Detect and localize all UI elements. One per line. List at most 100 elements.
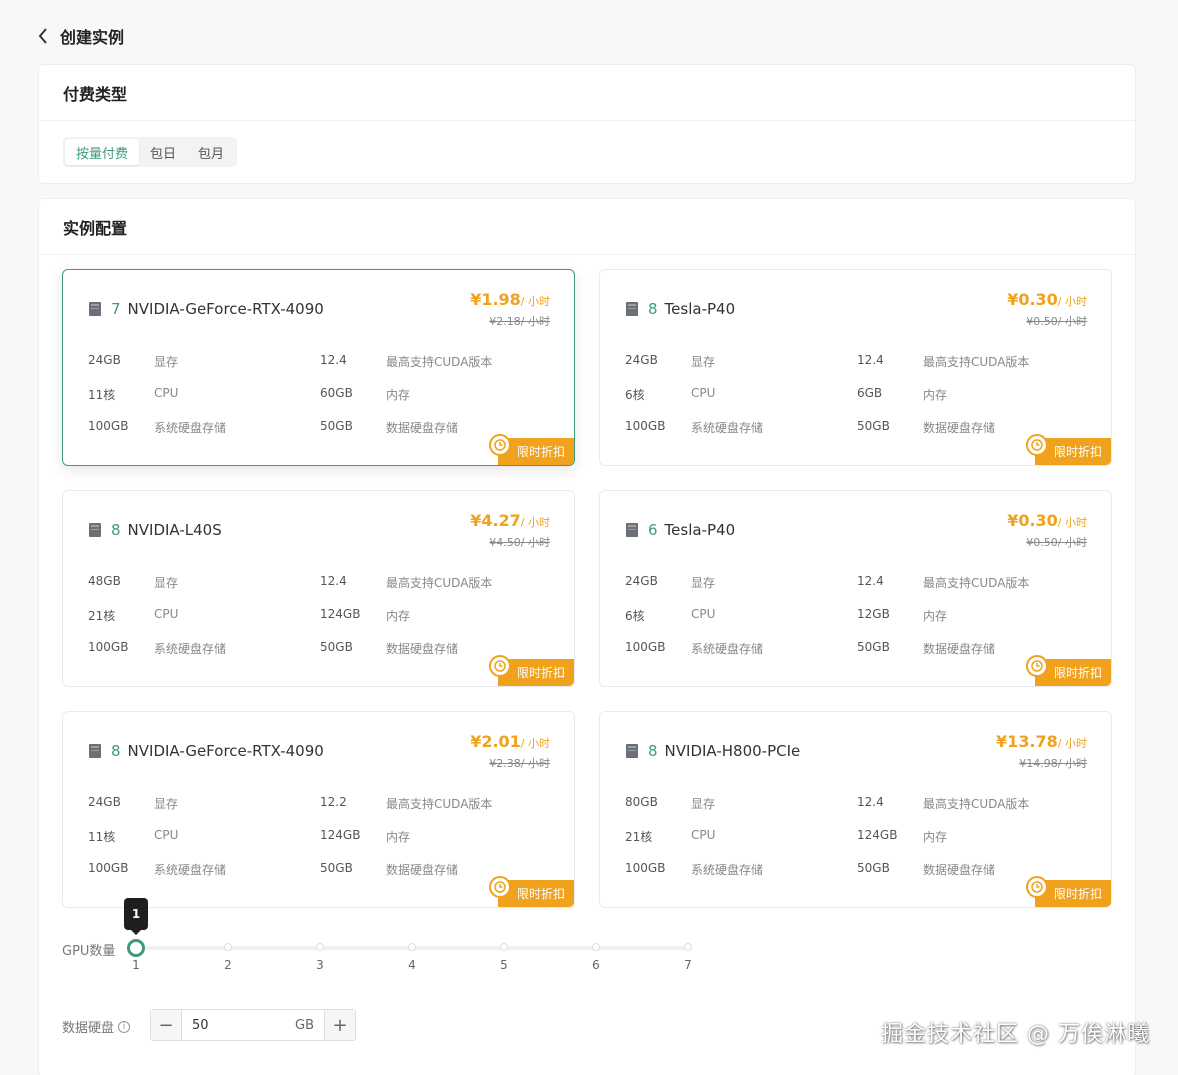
memory-value: 124GB <box>320 828 361 842</box>
price-box: ¥0.30/ 小时 ¥0.50/ 小时 <box>1007 511 1087 550</box>
instance-header: 8 Tesla-P40 <box>625 298 735 320</box>
original-price: ¥4.50/ 小时 <box>489 536 550 549</box>
instance-card[interactable]: 8 Tesla-P40 ¥0.30/ 小时 ¥0.50/ 小时 24GB 显存 … <box>599 269 1112 466</box>
original-price: ¥14.98/ 小时 <box>1019 757 1087 770</box>
slider-tick[interactable] <box>684 943 692 951</box>
data-disk-spec-label: 数据硬盘存储 <box>386 642 459 656</box>
instance-header: 8 NVIDIA-GeForce-RTX-4090 <box>88 740 324 762</box>
promo-badge: 限时折扣 <box>1026 434 1111 465</box>
instance-header: 8 NVIDIA-L40S <box>88 519 222 541</box>
data-disk-input[interactable]: 50 GB <box>182 1010 324 1040</box>
price-box: ¥2.01/ 小时 ¥2.38/ 小时 <box>470 732 550 771</box>
increase-button[interactable]: + <box>324 1010 355 1040</box>
instance-card[interactable]: 6 Tesla-P40 ¥0.30/ 小时 ¥0.50/ 小时 24GB 显存 … <box>599 490 1112 687</box>
slider-tick-label: 1 <box>132 958 140 972</box>
system-disk-value: 100GB <box>88 640 129 654</box>
original-price: ¥2.38/ 小时 <box>489 757 550 770</box>
slider-tick[interactable] <box>316 943 324 951</box>
cuda-label: 最高支持CUDA版本 <box>923 355 1030 369</box>
decrease-button[interactable]: − <box>151 1010 182 1040</box>
memory-label: 内存 <box>386 388 411 402</box>
price-box: ¥13.78/ 小时 ¥14.98/ 小时 <box>996 732 1087 771</box>
promo-label: 限时折扣 <box>1053 887 1102 901</box>
instance-card[interactable]: 8 NVIDIA-H800-PCIe ¥13.78/ 小时 ¥14.98/ 小时… <box>599 711 1112 908</box>
vram-value: 24GB <box>88 353 121 367</box>
cpu-value: 21核 <box>88 609 116 623</box>
instance-config-title: 实例配置 <box>39 199 1135 255</box>
slider-tick[interactable] <box>408 943 416 951</box>
gpu-icon <box>88 301 102 317</box>
cpu-value: 11核 <box>88 388 116 402</box>
cpu-value: 21核 <box>625 830 653 844</box>
cpu-value: 6核 <box>625 388 645 402</box>
original-price: ¥0.50/ 小时 <box>1026 315 1087 328</box>
slider-tick-label: 4 <box>408 958 416 972</box>
gpu-icon <box>625 301 639 317</box>
vram-value: 48GB <box>88 574 121 588</box>
cuda-label: 最高支持CUDA版本 <box>386 576 493 590</box>
vram-value: 24GB <box>88 795 121 809</box>
slider-tick[interactable] <box>224 943 232 951</box>
clock-icon <box>489 434 511 456</box>
vram-label: 显存 <box>154 576 179 590</box>
slider-tick-label: 6 <box>592 958 600 972</box>
data-disk-label-wrap: 数据硬盘 i <box>62 1017 131 1036</box>
data-disk-spec-label: 数据硬盘存储 <box>386 421 459 435</box>
instance-card[interactable]: 7 NVIDIA-GeForce-RTX-4090 ¥1.98/ 小时 ¥2.1… <box>62 269 575 466</box>
gpu-icon <box>625 743 639 759</box>
data-disk-spec-label: 数据硬盘存储 <box>923 421 996 435</box>
cuda-label: 最高支持CUDA版本 <box>386 797 493 811</box>
cuda-value: 12.4 <box>320 353 347 367</box>
cuda-value: 12.4 <box>857 353 884 367</box>
clock-icon <box>489 876 511 898</box>
system-disk-label: 系统硬盘存储 <box>691 863 764 877</box>
gpu-count: 6 <box>648 521 658 539</box>
gpu-model-name: NVIDIA-GeForce-RTX-4090 <box>127 742 324 760</box>
memory-value: 12GB <box>857 607 890 621</box>
gpu-count: 8 <box>648 742 658 760</box>
gpu-count: 8 <box>111 742 121 760</box>
system-disk-value: 100GB <box>625 640 666 654</box>
gpu-model-name: Tesla-P40 <box>664 521 736 539</box>
cpu-label: CPU <box>154 386 179 400</box>
billing-option-daily[interactable]: 包日 <box>139 139 187 165</box>
system-disk-value: 100GB <box>625 861 666 875</box>
vram-label: 显存 <box>691 797 716 811</box>
memory-label: 内存 <box>923 388 948 402</box>
cpu-label: CPU <box>154 828 179 842</box>
instance-card[interactable]: 8 NVIDIA-L40S ¥4.27/ 小时 ¥4.50/ 小时 48GB 显… <box>62 490 575 687</box>
gpu-model-name: NVIDIA-H800-PCIe <box>664 742 801 760</box>
original-price: ¥0.50/ 小时 <box>1026 536 1087 549</box>
current-price: ¥4.27 <box>470 511 521 530</box>
gpu-count-label: GPU数量 <box>62 944 116 959</box>
info-icon[interactable]: i <box>118 1020 131 1033</box>
current-price: ¥2.01 <box>470 732 521 751</box>
chevron-left-icon[interactable] <box>38 26 52 46</box>
instance-header: 7 NVIDIA-GeForce-RTX-4090 <box>88 298 324 320</box>
instance-card[interactable]: 8 NVIDIA-GeForce-RTX-4090 ¥2.01/ 小时 ¥2.3… <box>62 711 575 908</box>
billing-option-monthly[interactable]: 包月 <box>187 139 235 165</box>
slider-tick-label: 3 <box>316 958 324 972</box>
slider-tick[interactable] <box>500 943 508 951</box>
data-disk-stepper: − 50 GB + <box>150 1009 356 1041</box>
gpu-count-slider-handle[interactable] <box>127 939 145 957</box>
clock-icon <box>1026 876 1048 898</box>
price-unit: / 小时 <box>1057 516 1087 529</box>
cpu-value: 11核 <box>88 830 116 844</box>
memory-label: 内存 <box>386 830 411 844</box>
system-disk-value: 100GB <box>625 419 666 433</box>
promo-badge: 限时折扣 <box>1026 655 1111 686</box>
gpu-count: 8 <box>648 300 658 318</box>
slider-tick-label: 2 <box>224 958 232 972</box>
slider-tick[interactable] <box>592 943 600 951</box>
data-disk-value: 50 <box>192 1017 209 1033</box>
clock-icon <box>489 655 511 677</box>
gpu-model-name: Tesla-P40 <box>664 300 736 318</box>
data-disk-value: 50GB <box>857 419 890 433</box>
billing-type-segmented: 按量付费 包日 包月 <box>63 137 238 167</box>
gpu-count: 8 <box>111 521 121 539</box>
vram-value: 24GB <box>625 574 658 588</box>
promo-label: 限时折扣 <box>516 887 565 901</box>
billing-option-hourly[interactable]: 按量付费 <box>65 139 140 165</box>
cuda-value: 12.4 <box>857 574 884 588</box>
